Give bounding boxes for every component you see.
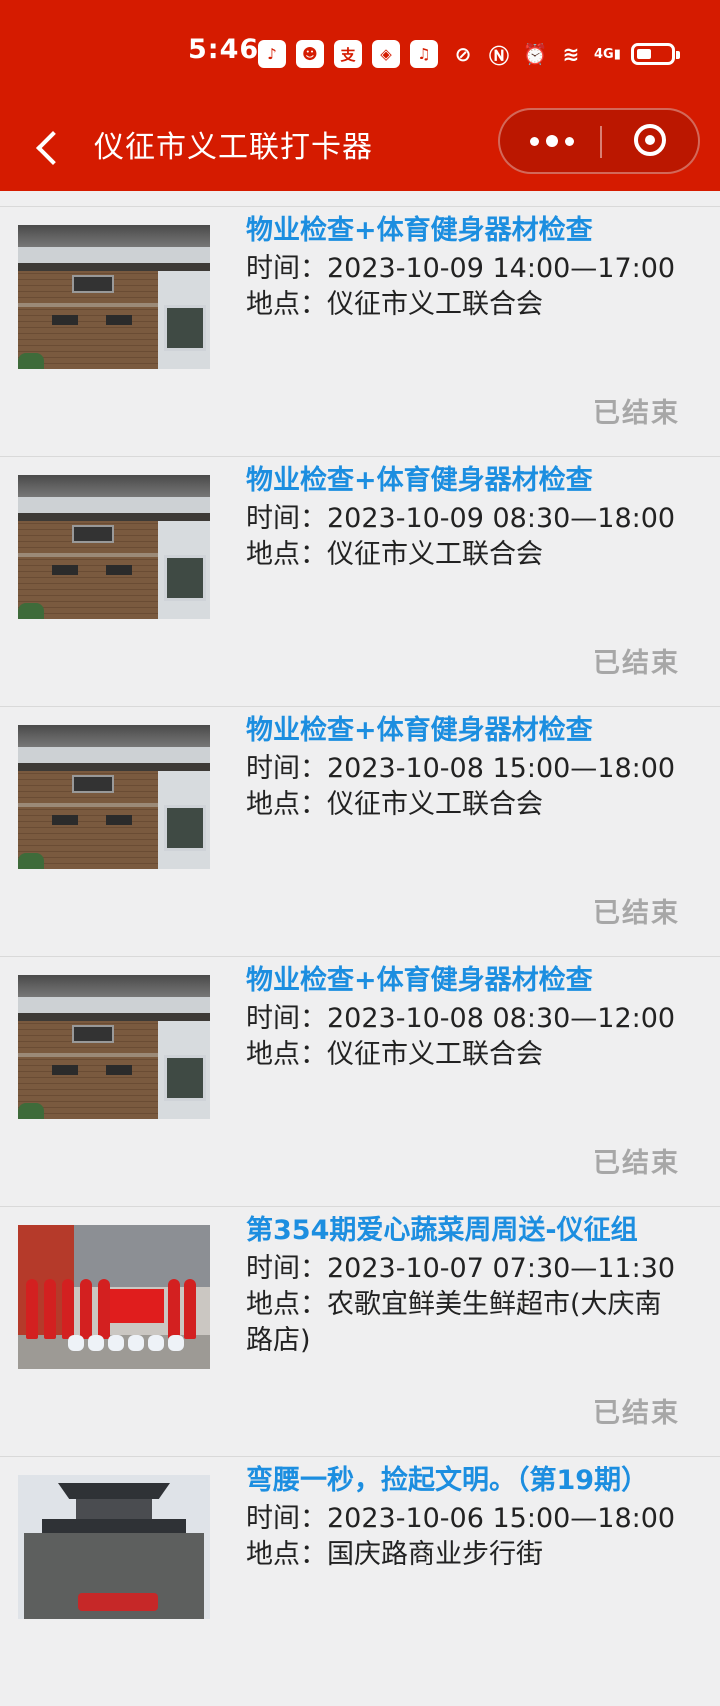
time-value: 2023-10-07 07:30—11:30 xyxy=(327,1253,676,1284)
group-photo xyxy=(18,1225,210,1369)
event-place: 地点：国庆路商业步行街 xyxy=(246,1537,706,1573)
event-list: 物业检查+体育健身器材检查 时间：2023-10-09 14:00—17:00 … xyxy=(0,206,720,1706)
status-badge: 已结束 xyxy=(593,398,680,429)
time-value: 2023-10-06 15:00—18:00 xyxy=(327,1503,676,1534)
time-label: 时间： xyxy=(246,753,327,784)
event-title[interactable]: 弯腰一秒，捡起文明。（第19期） xyxy=(246,1461,648,1501)
event-item[interactable]: 物业检查+体育健身器材检查 时间：2023-10-09 14:00—17:00 … xyxy=(0,206,720,456)
event-place: 地点：农歌宜鲜美生鲜超市(大庆南路店) xyxy=(246,1287,686,1359)
dot-icon xyxy=(565,136,574,146)
place-label: 地点： xyxy=(246,789,327,820)
time-label: 时间： xyxy=(246,1253,327,1284)
event-thumbnail xyxy=(18,1475,210,1619)
event-time: 时间：2023-10-09 14:00—17:00 xyxy=(246,251,706,287)
event-title[interactable]: 物业检查+体育健身器材检查 xyxy=(246,461,593,501)
chevron-left-icon xyxy=(36,131,70,165)
time-value: 2023-10-08 15:00—18:00 xyxy=(327,753,676,784)
dot-icon xyxy=(530,136,539,146)
event-thumbnail xyxy=(18,975,210,1119)
event-place: 地点：仪征市义工联合会 xyxy=(246,287,706,323)
miniprogram-capsule xyxy=(498,108,700,174)
status-badge: 已结束 xyxy=(593,898,680,929)
status-bar: 5:46 ♪ ☻ 支 ◈ ♫ ⊘ Ⓝ ⏰ ≋ 4G ▮ xyxy=(0,0,720,108)
place-label: 地点： xyxy=(246,1039,327,1070)
time-value: 2023-10-08 08:30—12:00 xyxy=(327,1003,676,1034)
status-badge: 已结束 xyxy=(593,1398,680,1429)
event-title[interactable]: 第354期爱心蔬菜周周送-仪征组 xyxy=(246,1211,638,1251)
place-value: 仪征市义工联合会 xyxy=(327,789,543,820)
event-place: 地点：仪征市义工联合会 xyxy=(246,537,706,573)
wifi-icon: ≋ xyxy=(562,42,580,66)
battery-icon xyxy=(630,43,680,65)
time-label: 时间： xyxy=(246,503,327,534)
event-item[interactable]: 弯腰一秒，捡起文明。（第19期） 时间：2023-10-06 15:00—18:… xyxy=(0,1456,720,1706)
top-header: 5:46 ♪ ☻ 支 ◈ ♫ ⊘ Ⓝ ⏰ ≋ 4G ▮ 仪征市义工联打卡器 xyxy=(0,0,720,191)
event-title[interactable]: 物业检查+体育健身器材检查 xyxy=(246,961,593,1001)
nav-bar: 仪征市义工联打卡器 xyxy=(0,108,720,191)
time-value: 2023-10-09 14:00—17:00 xyxy=(327,253,676,284)
signal-4g-icon: 4G ▮ xyxy=(594,46,621,62)
event-place: 地点：仪征市义工联合会 xyxy=(246,1037,706,1073)
event-thumbnail xyxy=(18,1225,210,1369)
event-time: 时间：2023-10-06 15:00—18:00 xyxy=(246,1501,706,1537)
event-item[interactable]: 物业检查+体育健身器材检查 时间：2023-10-08 15:00—18:00 … xyxy=(0,706,720,956)
event-title[interactable]: 物业检查+体育健身器材检查 xyxy=(246,211,593,251)
system-icons: ⊘ Ⓝ ⏰ ≋ 4G ▮ xyxy=(450,38,680,70)
time-label: 时间： xyxy=(246,253,327,284)
alarm-icon: ⏰ xyxy=(522,42,548,66)
back-button[interactable] xyxy=(28,122,70,174)
building-photo xyxy=(18,225,210,369)
network-label: 4G xyxy=(594,46,614,62)
building-photo xyxy=(18,975,210,1119)
event-time: 时间：2023-10-09 08:30—18:00 xyxy=(246,501,706,537)
dot-icon xyxy=(546,135,558,147)
notification-icons: ♪ ☻ 支 ◈ ♫ xyxy=(258,38,438,70)
place-label: 地点： xyxy=(246,289,327,320)
qq-icon: ☻ xyxy=(296,40,324,68)
event-place: 地点：仪征市义工联合会 xyxy=(246,787,706,823)
close-miniprogram-button[interactable] xyxy=(634,124,666,156)
status-time: 5:46 xyxy=(188,34,260,65)
place-label: 地点： xyxy=(246,1539,327,1570)
app-icon: ◈ xyxy=(372,40,400,68)
page-title: 仪征市义工联打卡器 xyxy=(94,130,373,165)
event-thumbnail xyxy=(18,725,210,869)
place-label: 地点： xyxy=(246,539,327,570)
place-label: 地点： xyxy=(246,1289,327,1320)
tiktok-icon: ♪ xyxy=(258,40,286,68)
status-badge: 已结束 xyxy=(593,648,680,679)
time-label: 时间： xyxy=(246,1003,327,1034)
event-title[interactable]: 物业检查+体育健身器材检查 xyxy=(246,711,593,751)
building-photo xyxy=(18,725,210,869)
capsule-divider xyxy=(600,126,602,158)
tower-photo xyxy=(18,1475,210,1619)
event-thumbnail xyxy=(18,475,210,619)
time-label: 时间： xyxy=(246,1503,327,1534)
more-button[interactable] xyxy=(530,132,574,150)
event-item[interactable]: 物业检查+体育健身器材检查 时间：2023-10-08 08:30—12:00 … xyxy=(0,956,720,1206)
event-item[interactable]: 第354期爱心蔬菜周周送-仪征组 时间：2023-10-07 07:30—11:… xyxy=(0,1206,720,1456)
status-badge: 已结束 xyxy=(593,1148,680,1179)
place-value: 国庆路商业步行街 xyxy=(327,1539,543,1570)
time-value: 2023-10-09 08:30—18:00 xyxy=(327,503,676,534)
event-item[interactable]: 物业检查+体育健身器材检查 时间：2023-10-09 08:30—18:00 … xyxy=(0,456,720,706)
alipay-icon: 支 xyxy=(334,40,362,68)
mute-icon: ⊘ xyxy=(454,42,472,66)
event-time: 时间：2023-10-07 07:30—11:30 xyxy=(246,1251,706,1287)
event-thumbnail xyxy=(18,225,210,369)
place-value: 仪征市义工联合会 xyxy=(327,539,543,570)
place-value: 仪征市义工联合会 xyxy=(327,289,543,320)
event-time: 时间：2023-10-08 15:00—18:00 xyxy=(246,751,706,787)
nfc-icon: Ⓝ xyxy=(489,43,509,68)
place-value: 仪征市义工联合会 xyxy=(327,1039,543,1070)
event-time: 时间：2023-10-08 08:30—12:00 xyxy=(246,1001,706,1037)
building-photo xyxy=(18,475,210,619)
music-icon: ♫ xyxy=(410,40,438,68)
